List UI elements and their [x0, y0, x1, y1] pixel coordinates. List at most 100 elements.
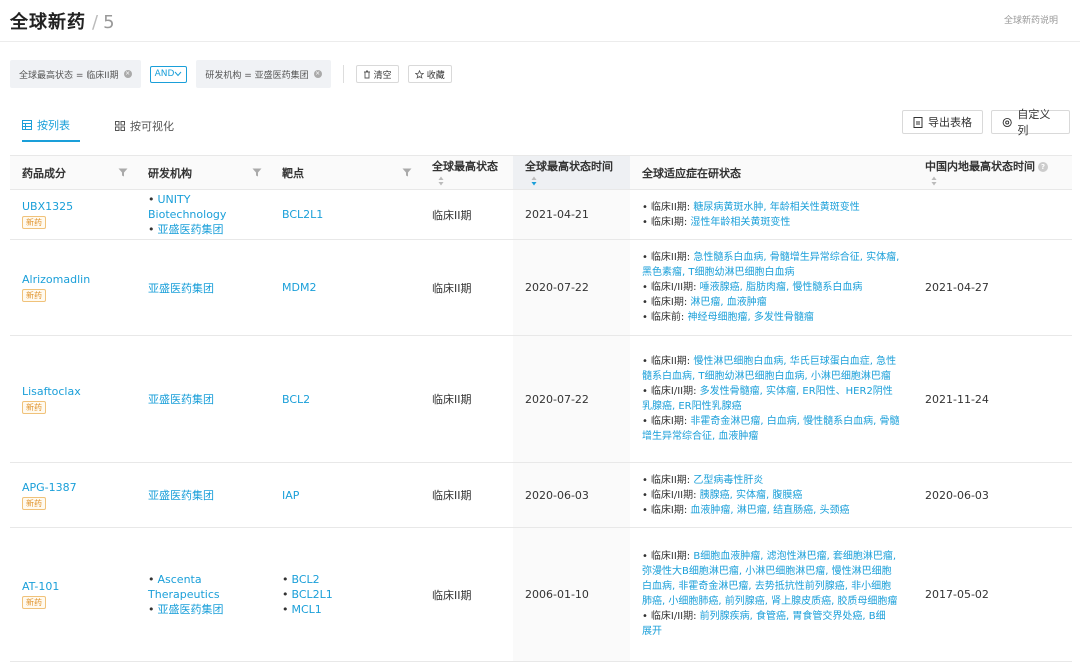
close-icon[interactable]: × [123, 70, 132, 78]
org-link[interactable]: 亚盛医药集团 [148, 391, 258, 407]
column-header-status[interactable]: 全球最高状态 [420, 155, 513, 190]
column-header-cn-date[interactable]: 中国内地最高状态时间? [913, 155, 1072, 190]
indication-diseases[interactable]: 糖尿病黄斑水肿, 年龄相关性黄斑变性 [693, 202, 859, 213]
result-count: 5 [103, 12, 116, 33]
drug-name-link[interactable]: UBX1325 [22, 200, 124, 213]
export-button[interactable]: 导出表格 [902, 110, 983, 134]
target-link[interactable]: BCL2 [282, 393, 408, 406]
status-cell: 临床II期 [420, 335, 513, 463]
filter-icon[interactable] [252, 168, 262, 177]
org-cell: Ascenta Therapeutics亚盛医药集团 [136, 527, 270, 662]
indication-cell: 临床II期: 慢性淋巴细胞白血病, 华氏巨球蛋白血症, 急性髓系白血病, T细胞… [630, 335, 913, 463]
indication-diseases[interactable]: 胰腺癌, 实体瘤, 腹膜癌 [700, 490, 803, 501]
status-cell: 临床II期 [420, 239, 513, 336]
filter-chip-org[interactable]: 研发机构 = 亚盛医药集团 × [196, 60, 331, 88]
cn-date-cell [913, 189, 1072, 240]
help-link[interactable]: 全球新药说明 [1004, 13, 1058, 26]
drug-cell: Alrizomadlin 新药 [10, 239, 136, 336]
status-cell: 临床II期 [420, 189, 513, 240]
tab-list[interactable]: 按列表 [22, 110, 80, 142]
column-header-indications[interactable]: 全球适应症在研状态 [630, 155, 913, 190]
grid-icon [115, 121, 125, 131]
view-tabs: 按列表 按可视化 导出表格 自定义列 [10, 108, 1070, 142]
filter-bar: 全球最高状态 = 临床II期 × AND 研发机构 = 亚盛医药集团 × 清空 … [10, 60, 452, 88]
help-icon[interactable]: ? [1038, 162, 1048, 172]
clear-button[interactable]: 清空 [355, 65, 399, 83]
org-link[interactable]: Ascenta Therapeutics [148, 572, 258, 602]
indication-stage: 临床II期: [650, 474, 694, 486]
filter-icon[interactable] [402, 168, 412, 177]
table-row: Lisaftoclax 新药 亚盛医药集团 BCL2 临床II期2020-07-22 临床… [10, 335, 1072, 463]
status-date-cell: 2021-04-21 [513, 189, 630, 240]
indication-diseases[interactable]: 前列腺疾病, 食管癌, 胃食管交界处癌, B细 [700, 611, 886, 622]
column-header-org[interactable]: 研发机构 [136, 155, 270, 190]
target-link[interactable]: MCL1 [282, 602, 408, 617]
org-link[interactable]: 亚盛医药集团 [148, 222, 258, 237]
indication-diseases[interactable]: 神经母细胞瘤, 多发性骨髓瘤 [687, 312, 813, 323]
custom-columns-button[interactable]: 自定义列 [991, 108, 1070, 137]
expand-link[interactable]: 展开 [642, 624, 901, 639]
indication-stage: 临床II期: [650, 252, 694, 263]
close-icon[interactable]: × [313, 70, 322, 78]
indication-list: 临床II期: 急性髓系白血病, 骨髓增生异常综合征, 实体瘤, 黑色素瘤, T细… [642, 244, 901, 331]
indication-diseases[interactable]: 乙型病毒性肝炎 [693, 475, 763, 486]
column-header-target[interactable]: 靶点 [270, 155, 420, 190]
indication-diseases[interactable]: 淋巴瘤, 血液肿瘤 [690, 297, 766, 308]
drug-cell: AT-101 新药 [10, 527, 136, 662]
drug-name-link[interactable]: Lisaftoclax [22, 385, 124, 398]
status-date-cell: 2020-07-22 [513, 239, 630, 336]
indication-item: 临床I/II期: 唾液腺癌, 脂肪肉瘤, 慢性髓系白血病 [642, 280, 901, 295]
indication-stage: 临床I/II期: [650, 489, 700, 501]
column-header-status-date[interactable]: 全球最高状态时间 [513, 155, 630, 190]
drug-table: 药品成分 研发机构 靶点 全球最高状态 全球最高状态时间 全球适应症在研状态 中… [10, 155, 1072, 662]
target-link[interactable]: BCL2L1 [282, 587, 408, 602]
page-title: 全球新药/5 [10, 12, 116, 33]
new-drug-badge: 新药 [22, 596, 46, 609]
target-link[interactable]: BCL2L1 [282, 208, 408, 221]
target-link[interactable]: MDM2 [282, 281, 408, 294]
org-link[interactable]: UNITY Biotechnology [148, 192, 258, 222]
save-button[interactable]: 收藏 [407, 65, 452, 83]
sort-icon[interactable] [438, 176, 444, 186]
new-drug-badge: 新药 [22, 400, 46, 414]
org-cell: 亚盛医药集团 [136, 239, 270, 336]
new-drug-badge: 新药 [22, 289, 46, 302]
sort-desc-icon[interactable] [531, 176, 537, 186]
drug-cell: UBX1325 新药 [10, 189, 136, 240]
indication-stage: 临床I/II期: [650, 386, 700, 397]
indication-stage: 临床I/II期: [650, 282, 700, 293]
org-link[interactable]: 亚盛医药集团 [148, 602, 258, 617]
target-link[interactable]: BCL2 [282, 572, 408, 587]
sort-icon[interactable] [931, 176, 937, 186]
drug-cell: APG-1387 新药 [10, 462, 136, 528]
target-link[interactable]: IAP [282, 489, 408, 502]
logic-select[interactable]: AND [149, 65, 188, 83]
indication-cell: 临床II期: B细胞血液肿瘤, 滤泡性淋巴瘤, 套细胞淋巴瘤, 弥漫性大B细胞淋… [630, 527, 913, 662]
drug-name-link[interactable]: AT-101 [22, 580, 124, 593]
indication-diseases[interactable]: 唾液腺癌, 脂肪肉瘤, 慢性髓系白血病 [700, 282, 863, 293]
filter-icon[interactable] [118, 168, 128, 177]
table-row: APG-1387新药亚盛医药集团IAP临床II期2020-06-03临床II期:… [10, 462, 1072, 528]
column-header-drug[interactable]: 药品成分 [10, 155, 136, 190]
target-cell: BCL2L1 [270, 189, 420, 240]
filter-chip-status[interactable]: 全球最高状态 = 临床II期 × [10, 60, 141, 88]
org-link[interactable]: 亚盛医药集团 [148, 487, 258, 503]
cn-date-cell: 2021-11-24 [913, 335, 1072, 463]
indication-diseases[interactable]: 湿性年龄相关黄斑变性 [690, 217, 790, 228]
drug-name-link[interactable]: APG-1387 [22, 481, 124, 494]
drug-name-link[interactable]: Alrizomadlin [22, 273, 124, 286]
indication-list: 临床II期: 慢性淋巴细胞白血病, 华氏巨球蛋白血症, 急性髓系白血病, T细胞… [642, 348, 901, 450]
indication-item: 临床II期: 糖尿病黄斑水肿, 年龄相关性黄斑变性 [642, 200, 901, 215]
org-cell: 亚盛医药集团 [136, 335, 270, 463]
org-link[interactable]: 亚盛医药集团 [148, 280, 258, 296]
indication-item: 临床I/II期: 前列腺疾病, 食管癌, 胃食管交界处癌, B细 [642, 609, 901, 624]
indication-cell: 临床II期: 糖尿病黄斑水肿, 年龄相关性黄斑变性临床I期: 湿性年龄相关黄斑变… [630, 189, 913, 240]
cn-date-cell: 2020-06-03 [913, 462, 1072, 528]
indication-stage: 临床II期: [650, 201, 694, 213]
star-icon [414, 69, 424, 79]
indication-item: 临床II期: 急性髓系白血病, 骨髓增生异常综合征, 实体瘤, 黑色素瘤, T细… [642, 250, 901, 280]
cn-date-cell: 2021-04-27 [913, 239, 1072, 336]
indication-diseases[interactable]: 血液肿瘤, 淋巴瘤, 结直肠癌, 头颈癌 [690, 505, 849, 516]
indication-list: 临床II期: 糖尿病黄斑水肿, 年龄相关性黄斑变性临床I期: 湿性年龄相关黄斑变… [642, 194, 901, 236]
tab-visual[interactable]: 按可视化 [115, 110, 174, 142]
